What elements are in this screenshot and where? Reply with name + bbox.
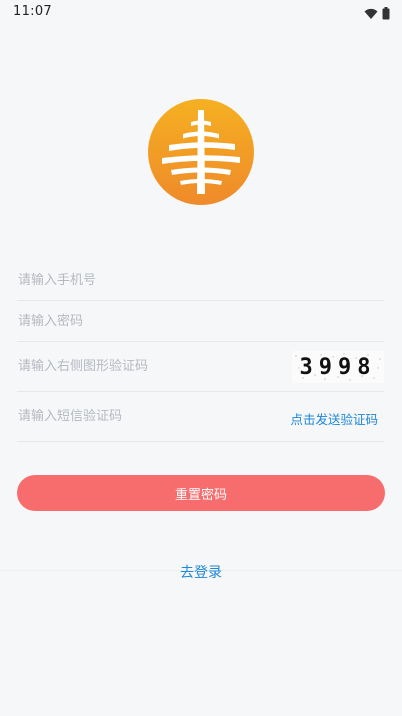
send-sms-button[interactable]: 点击发送验证码: [290, 409, 378, 428]
password-row: [17, 301, 384, 342]
reset-password-button[interactable]: 重置密码: [17, 475, 385, 511]
reset-password-form: 3998 点击发送验证码: [17, 260, 384, 442]
captcha-row: 3998: [17, 342, 384, 392]
phone-row: [17, 260, 384, 301]
reset-password-screen: 11:07 请输入手机号 请输入右侧图形验证码 3998 请输入短信验证码 点击…: [0, 0, 402, 716]
wifi-icon: [364, 5, 378, 24]
captcha-image[interactable]: 3998: [292, 350, 384, 383]
status-bar: 11:07: [0, 0, 402, 24]
status-icons: [364, 5, 390, 24]
login-link[interactable]: 去登录: [0, 562, 402, 582]
sms-row: 点击发送验证码: [17, 392, 384, 442]
app-logo: [147, 98, 255, 206]
captcha-text: 3998: [300, 355, 377, 380]
battery-icon: [382, 5, 390, 24]
captcha-input[interactable]: [17, 342, 292, 391]
phone-input[interactable]: [17, 260, 384, 300]
password-input[interactable]: [17, 301, 384, 341]
sms-code-input[interactable]: [17, 392, 291, 441]
status-time: 11:07: [13, 4, 52, 19]
tree-logo-icon: [148, 99, 254, 205]
